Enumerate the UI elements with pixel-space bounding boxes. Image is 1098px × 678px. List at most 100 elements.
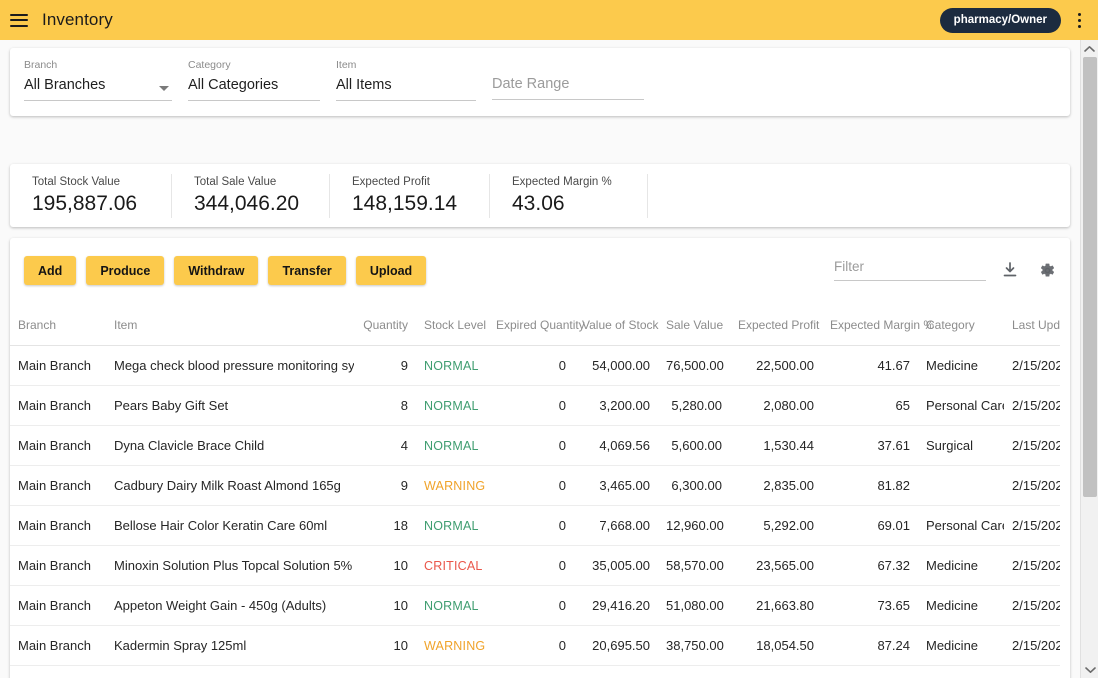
cell-sale-value: 38,750.00 bbox=[658, 625, 730, 666]
table-header-row: Branch Item Quantity Stock Level Expired… bbox=[10, 306, 1070, 346]
filter-row: Branch All Branches Category All Categor… bbox=[24, 60, 1056, 101]
gear-icon[interactable] bbox=[1034, 257, 1060, 283]
branch-filter[interactable]: Branch All Branches bbox=[24, 60, 172, 101]
user-account-badge[interactable]: pharmacy/Owner bbox=[939, 7, 1061, 33]
cell-expected-margin: 81.82 bbox=[822, 465, 918, 506]
cell-stock-level: NORMAL bbox=[416, 585, 488, 626]
column-header-sale-value[interactable]: Sale Value bbox=[658, 306, 730, 346]
column-header-item[interactable]: Item bbox=[106, 306, 354, 346]
inventory-table-scroll-area[interactable]: Branch Item Quantity Stock Level Expired… bbox=[10, 306, 1070, 678]
cell-value-of-stock: 20,695.50 bbox=[574, 625, 658, 666]
cell-value-of-stock: 3,200.00 bbox=[574, 385, 658, 426]
stock-level-badge: NORMAL bbox=[424, 439, 479, 453]
cell-sale-value: 51,080.00 bbox=[658, 585, 730, 626]
upload-button[interactable]: Upload bbox=[355, 256, 427, 285]
stat-value: 43.06 bbox=[512, 191, 565, 215]
table-right-clip bbox=[1060, 238, 1070, 678]
cell-expired-quantity: 0 bbox=[488, 465, 574, 506]
cell-stock-level: NORMAL bbox=[416, 665, 488, 678]
cell-expected-margin: 41.67 bbox=[822, 345, 918, 386]
cell-sale-value: 5,280.00 bbox=[658, 385, 730, 426]
scrollbar-thumb[interactable] bbox=[1083, 57, 1097, 497]
cell-item: Mega check blood pressure monitoring sys… bbox=[106, 345, 354, 386]
cell-value-of-stock: 14,560.90 bbox=[574, 665, 658, 678]
column-header-value-of-stock[interactable]: Value of Stock bbox=[574, 306, 659, 346]
stock-level-badge: NORMAL bbox=[424, 359, 479, 373]
download-icon[interactable] bbox=[997, 257, 1023, 283]
cell-expected-profit: 2,080.00 bbox=[730, 385, 822, 426]
column-header-stock-level[interactable]: Stock Level bbox=[416, 306, 488, 346]
cell-item: Pears Baby Gift Set bbox=[106, 385, 354, 426]
cell-stock-level: NORMAL bbox=[416, 505, 488, 546]
column-header-expired-quantity[interactable]: Expired Quantity bbox=[488, 306, 585, 346]
kebab-menu-icon[interactable] bbox=[1069, 12, 1089, 28]
table-body: Main Branch Mega check blood pressure mon… bbox=[10, 345, 1070, 678]
stat-value: 148,159.14 bbox=[352, 191, 458, 215]
column-header-expected-profit[interactable]: Expected Profit bbox=[730, 306, 822, 346]
cell-expired-quantity: 0 bbox=[488, 385, 574, 426]
date-range-filter[interactable]: Date Range bbox=[492, 75, 644, 100]
page-title: Inventory bbox=[42, 10, 113, 29]
item-filter[interactable]: Item All Items bbox=[336, 60, 476, 101]
stock-level-badge: NORMAL bbox=[424, 519, 479, 533]
cell-expected-margin: 73.65 bbox=[822, 585, 918, 626]
table-head: Branch Item Quantity Stock Level Expired… bbox=[10, 306, 1070, 346]
cell-value-of-stock: 54,000.00 bbox=[574, 345, 658, 386]
cell-expected-margin: 105.39 bbox=[822, 665, 918, 678]
table-row[interactable]: Main Branch Cadbury Dairy Milk Roast Almo… bbox=[10, 465, 1070, 506]
table-row[interactable]: Main BranchElidel Cream 15g10NORMAL014,5… bbox=[10, 665, 1070, 678]
withdraw-button[interactable]: Withdraw bbox=[174, 256, 259, 285]
cell-item: Kadermin Spray 125ml bbox=[106, 625, 354, 666]
cell-expected-margin: 67.32 bbox=[822, 545, 918, 586]
filter-input[interactable] bbox=[834, 259, 986, 281]
table-row[interactable]: Main Branch Appeton Weight Gain - 450g (A… bbox=[10, 585, 1070, 626]
table-row[interactable]: Main Branch Bellose Hair Color Keratin Ca… bbox=[10, 505, 1070, 546]
scroll-down-icon[interactable] bbox=[1081, 661, 1098, 678]
stock-level-badge: NORMAL bbox=[424, 399, 479, 413]
cell-expired-quantity: 0 bbox=[488, 425, 574, 466]
table-row[interactable]: Main Branch Mega check blood pressure mon… bbox=[10, 345, 1070, 386]
cell-expected-margin: 65 bbox=[822, 385, 918, 426]
cell-value-of-stock: 29,416.20 bbox=[574, 585, 658, 626]
cell-branch: Main Branch bbox=[10, 465, 106, 506]
inventory-table-card: Add Produce Withdraw Transfer Upload Fil… bbox=[10, 238, 1070, 678]
cell-item: Appeton Weight Gain - 450g (Adults) bbox=[106, 585, 354, 626]
hamburger-icon[interactable] bbox=[10, 13, 28, 27]
cell-expected-profit: 15,345.30 bbox=[730, 665, 822, 678]
item-filter-label: Item bbox=[336, 59, 357, 71]
cell-value-of-stock: 4,069.56 bbox=[574, 425, 658, 466]
page-scrollbar[interactable] bbox=[1080, 40, 1098, 678]
cell-category: Medicine bbox=[918, 665, 1004, 678]
cell-expected-profit: 23,565.00 bbox=[730, 545, 822, 586]
column-header-expected-margin[interactable]: Expected Margin % bbox=[822, 306, 934, 346]
table-row[interactable]: Main Branch Minoxin Solution Plus Topcal … bbox=[10, 545, 1070, 586]
cell-stock-level: NORMAL bbox=[416, 385, 488, 426]
app-bar: Inventory pharmacy/Owner bbox=[0, 0, 1098, 40]
filter-card: Branch All Branches Category All Categor… bbox=[10, 48, 1070, 116]
category-filter[interactable]: Category All Categories bbox=[188, 60, 320, 101]
branch-filter-label: Branch bbox=[24, 59, 58, 71]
cell-quantity: 18 bbox=[354, 505, 416, 546]
stat-expected-margin: Expected Margin % 43.06 bbox=[490, 173, 648, 218]
table-row[interactable]: Main Branch Kadermin Spray 125ml 10 WARNING… bbox=[10, 625, 1070, 666]
table-row[interactable]: Main Branch Dyna Clavicle Brace Child 4 NOR… bbox=[10, 425, 1070, 466]
cell-branch: Main Branch bbox=[10, 385, 106, 426]
cell-category: Medicine bbox=[918, 345, 1004, 386]
category-filter-value: All Categories bbox=[188, 76, 320, 101]
cell-category: Medicine bbox=[918, 545, 1004, 586]
column-header-category[interactable]: Category bbox=[918, 306, 1004, 346]
cell-value-of-stock: 7,668.00 bbox=[574, 505, 658, 546]
produce-button[interactable]: Produce bbox=[86, 256, 165, 285]
stat-value: 344,046.20 bbox=[194, 191, 300, 215]
stat-empty-slot bbox=[648, 174, 1070, 218]
scroll-up-icon[interactable] bbox=[1081, 40, 1098, 57]
transfer-button[interactable]: Transfer bbox=[268, 256, 346, 285]
column-header-quantity[interactable]: Quantity bbox=[354, 306, 416, 346]
column-header-branch[interactable]: Branch bbox=[10, 306, 106, 346]
table-row[interactable]: Main Branch Pears Baby Gift Set 8 NORMAL 0 3,… bbox=[10, 385, 1070, 426]
cell-expected-profit: 22,500.00 bbox=[730, 345, 822, 386]
add-button[interactable]: Add bbox=[24, 256, 77, 285]
cell-expected-profit: 18,054.50 bbox=[730, 625, 822, 666]
table-toolbar: Add Produce Withdraw Transfer Upload bbox=[10, 238, 1070, 306]
date-range-placeholder: Date Range bbox=[492, 75, 644, 100]
